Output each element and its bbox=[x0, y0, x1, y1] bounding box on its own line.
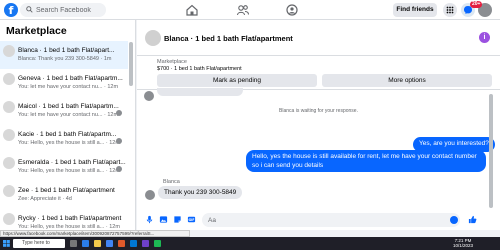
app-icon[interactable] bbox=[154, 240, 161, 247]
listing-thumbnail bbox=[3, 101, 15, 113]
conversation-title: Geneva · 1 bed 1 bath Flat/apartm... bbox=[18, 75, 123, 82]
more-options-button[interactable]: More options bbox=[322, 74, 492, 87]
search-input[interactable] bbox=[36, 3, 104, 17]
conversation-title: Zee · 1 bed 1 bath Flat/apartment bbox=[18, 187, 115, 194]
image-icon[interactable] bbox=[159, 215, 168, 224]
chat-header: Blanca · 1 bed 1 bath Flat/apartment i bbox=[137, 20, 500, 56]
conversation-title: Blanca · 1 bed 1 bath Flat/apart... bbox=[18, 47, 115, 54]
listing-thumbnail[interactable] bbox=[145, 30, 161, 46]
taskbar-search[interactable]: Type here to search bbox=[13, 239, 65, 250]
conversation-item[interactable]: Blanca · 1 bed 1 bath Flat/apart... Blan… bbox=[0, 41, 128, 69]
top-navigation-bar: f Find friends 20+ bbox=[0, 0, 500, 20]
conversation-item[interactable]: Esmeralda · 1 bed 1 bath Flat/apart... Y… bbox=[0, 153, 128, 181]
sender-avatar bbox=[144, 91, 154, 101]
find-friends-button[interactable]: Find friends bbox=[393, 3, 437, 17]
conversation-title: Rycky · 1 bed 1 bath Flat/apartment bbox=[18, 215, 122, 222]
marketplace-sidebar: Marketplace Blanca · 1 bed 1 bath Flat/a… bbox=[0, 20, 136, 230]
waiting-notice: Blanca is waiting for your response. bbox=[279, 108, 358, 114]
read-receipt-avatar bbox=[116, 110, 122, 116]
marketplace-label: Marketplace bbox=[157, 59, 187, 65]
outlook-icon[interactable] bbox=[130, 240, 137, 247]
groups-icon[interactable] bbox=[285, 3, 299, 17]
emoji-icon[interactable] bbox=[450, 216, 458, 224]
conversation-item[interactable]: Geneva · 1 bed 1 bath Flat/apartm... You… bbox=[0, 69, 128, 97]
conversation-item[interactable]: Maicol · 1 bed 1 bath Flat/apartm... You… bbox=[0, 97, 128, 125]
chat-scrollbar[interactable] bbox=[489, 94, 493, 208]
browser-status-url: https://www.facebook.com/marketplace/ite… bbox=[0, 230, 190, 237]
listing-thumbnail bbox=[3, 129, 15, 141]
conversation-item[interactable]: Kacie · 1 bed 1 bath Flat/apartm... You:… bbox=[0, 125, 128, 153]
listing-thumbnail bbox=[3, 73, 15, 85]
conversation-preview: Blanca: Thank you 239 300-5849 · 1m bbox=[18, 56, 112, 62]
incoming-message[interactable]: Thank you 239 300-5849 bbox=[158, 186, 243, 199]
office-icon[interactable] bbox=[118, 240, 125, 247]
task-view-icon[interactable] bbox=[70, 240, 77, 247]
conversation-preview: You: let me have your contact nu... · 12… bbox=[18, 112, 119, 118]
grid-icon bbox=[446, 6, 454, 14]
gif-icon[interactable]: GIF bbox=[187, 215, 196, 224]
listing-thumbnail bbox=[3, 157, 15, 169]
windows-taskbar: Type here to search 7:21 PM 10/1/2023 bbox=[0, 237, 500, 250]
listing-thumbnail bbox=[3, 45, 15, 57]
like-icon[interactable] bbox=[468, 215, 477, 224]
message-input[interactable] bbox=[208, 213, 448, 227]
edge-icon[interactable] bbox=[82, 240, 89, 247]
conversation-preview: Zee: Appreciate it · 4d bbox=[18, 196, 72, 202]
search-box[interactable] bbox=[20, 3, 106, 17]
compose-box[interactable] bbox=[202, 213, 460, 227]
conversation-preview: You: Hello, yes the house is still a... … bbox=[18, 168, 120, 174]
conversation-title: Kacie · 1 bed 1 bath Flat/apartm... bbox=[18, 131, 117, 138]
sender-avatar bbox=[145, 190, 155, 200]
listing-price[interactable]: $700 · 1 bed 1 bath Flat/apartment bbox=[157, 66, 242, 72]
home-icon[interactable] bbox=[185, 3, 199, 17]
notification-badge: 20+ bbox=[470, 1, 483, 8]
chrome-icon[interactable] bbox=[106, 240, 113, 247]
listing-thumbnail bbox=[3, 213, 15, 225]
conversation-title: Maicol · 1 bed 1 bath Flat/apartm... bbox=[18, 103, 119, 110]
svg-text:GIF: GIF bbox=[188, 218, 194, 222]
friends-icon[interactable] bbox=[236, 3, 250, 17]
listing-thumbnail bbox=[3, 185, 15, 197]
conversation-item[interactable]: Zee · 1 bed 1 bath Flat/apartment Zee: A… bbox=[0, 181, 128, 209]
teams-icon[interactable] bbox=[142, 240, 149, 247]
read-receipt-avatar bbox=[116, 138, 122, 144]
microphone-icon[interactable] bbox=[145, 215, 154, 224]
previous-message-bubble bbox=[157, 88, 243, 96]
sidebar-title: Marketplace bbox=[6, 25, 67, 37]
clock-date: 10/1/2023 bbox=[453, 242, 474, 248]
conversation-title: Esmeralda · 1 bed 1 bath Flat/apart... bbox=[18, 159, 126, 166]
mark-as-pending-button[interactable]: Mark as pending bbox=[157, 74, 317, 87]
listing-panel: Marketplace $700 · 1 bed 1 bath Flat/apa… bbox=[137, 56, 500, 90]
read-receipt-avatar bbox=[116, 166, 122, 172]
outgoing-message[interactable]: Hello, yes the house is still available … bbox=[246, 150, 486, 172]
search-icon bbox=[26, 6, 33, 13]
windows-start-icon[interactable] bbox=[3, 240, 10, 247]
facebook-logo[interactable]: f bbox=[4, 3, 18, 17]
sidebar-scrollbar[interactable] bbox=[129, 42, 133, 86]
file-explorer-icon[interactable] bbox=[94, 240, 101, 247]
menu-grid-button[interactable] bbox=[443, 3, 457, 17]
message-thread: Blanca is waiting for your response. Yes… bbox=[137, 88, 500, 210]
conversation-preview: You: let me have your contact nu... · 12… bbox=[18, 84, 119, 90]
conversation-preview: You: Hello, yes the house is still a... … bbox=[18, 140, 120, 146]
message-composer: GIF bbox=[137, 210, 500, 230]
sticker-icon[interactable] bbox=[173, 215, 182, 224]
taskbar-clock[interactable]: 7:21 PM 10/1/2023 bbox=[453, 238, 474, 248]
info-button[interactable]: i bbox=[479, 32, 490, 43]
sender-name: Blanca bbox=[163, 179, 180, 185]
chat-title[interactable]: Blanca · 1 bed 1 bath Flat/apartment bbox=[164, 34, 293, 43]
